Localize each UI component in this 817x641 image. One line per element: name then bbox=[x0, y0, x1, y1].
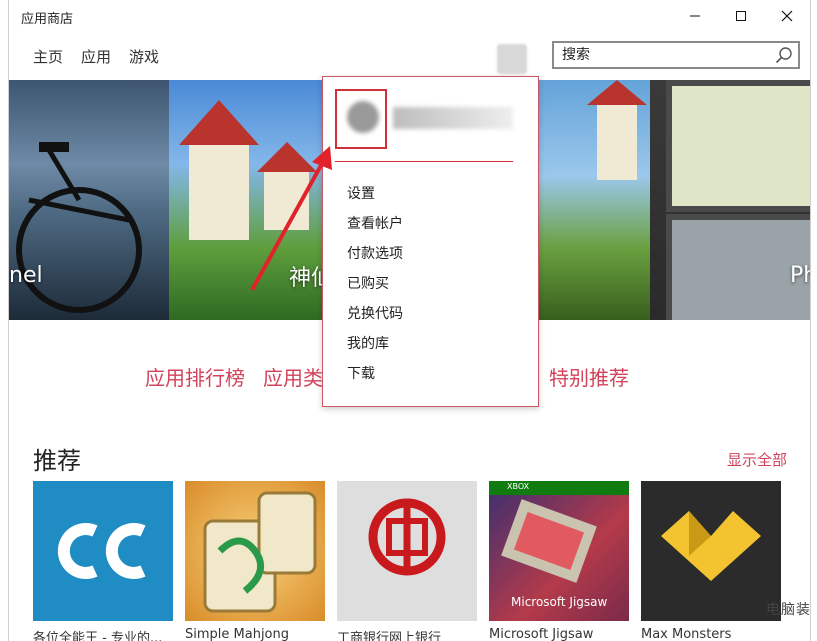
hero-tile1-text: nel bbox=[9, 263, 43, 288]
roof-image bbox=[257, 142, 317, 172]
app-card-title: Simple Mahjong bbox=[185, 627, 289, 641]
app-card-title: Microsoft Jigsaw bbox=[489, 627, 594, 641]
app-card-title: 各位全能王 - 专业的... bbox=[33, 631, 163, 641]
menu-item-downloads[interactable]: 下载 bbox=[347, 359, 403, 389]
top-nav: 主页 应用 游戏 bbox=[33, 44, 159, 69]
menu-items: 设置 查看帐户 付款选项 已购买 兑换代码 我的库 下载 bbox=[347, 179, 403, 389]
cc-logo-icon bbox=[57, 523, 146, 579]
maximize-button[interactable] bbox=[718, 0, 764, 32]
minimize-button[interactable] bbox=[672, 0, 718, 32]
app-card-icbc[interactable] bbox=[337, 481, 477, 621]
menu-item-purchased[interactable]: 已购买 bbox=[347, 269, 403, 299]
section-title: 推荐 bbox=[33, 447, 81, 475]
nav-home[interactable]: 主页 bbox=[33, 44, 63, 69]
close-button[interactable] bbox=[764, 0, 810, 32]
hero-tile-game[interactable] bbox=[537, 80, 650, 320]
minimize-icon bbox=[690, 15, 700, 17]
mahjong-tile-icon bbox=[203, 491, 317, 613]
film-frame-image bbox=[666, 80, 810, 212]
close-icon bbox=[781, 10, 793, 22]
monster-logo-icon bbox=[661, 511, 761, 581]
hero-tile-bicycle[interactable]: nel bbox=[9, 80, 169, 320]
user-avatar-button[interactable] bbox=[497, 44, 527, 74]
menu-item-redeem[interactable]: 兑换代码 bbox=[347, 299, 403, 329]
menu-item-library[interactable]: 我的库 bbox=[347, 329, 403, 359]
xbox-badge: XBOX bbox=[489, 481, 629, 495]
app-card-mahjong[interactable] bbox=[185, 481, 325, 621]
search-button[interactable] bbox=[770, 43, 798, 67]
watermark: 电脑装 bbox=[766, 602, 811, 618]
account-avatar[interactable] bbox=[347, 101, 379, 133]
roof-image bbox=[179, 100, 259, 145]
category-app-types[interactable]: 应用类 bbox=[263, 362, 323, 391]
film-frame-image bbox=[666, 214, 810, 320]
maximize-icon bbox=[736, 11, 746, 21]
roof-image bbox=[587, 80, 647, 105]
category-featured[interactable]: 特别推荐 bbox=[549, 362, 629, 391]
menu-item-settings[interactable]: 设置 bbox=[347, 179, 403, 209]
icbc-logo-icon bbox=[368, 498, 446, 576]
hero-tile-photo[interactable]: Ph bbox=[650, 80, 810, 320]
account-menu: 设置 查看帐户 付款选项 已购买 兑换代码 我的库 下载 bbox=[322, 76, 539, 407]
xbox-label: XBOX bbox=[507, 482, 530, 491]
app-card-cc[interactable] bbox=[33, 481, 173, 621]
store-window: 应用商店 主页 应用 游戏 nel bbox=[8, 0, 811, 641]
search-box bbox=[552, 41, 800, 69]
app-card-title: 工商银行网上银行 bbox=[337, 631, 442, 641]
app-card-title: Max Monsters bbox=[641, 627, 732, 641]
house-image bbox=[597, 100, 637, 180]
hero-tile4-text: Ph bbox=[790, 263, 810, 288]
search-icon bbox=[775, 47, 792, 64]
menu-separator bbox=[335, 161, 513, 162]
menu-item-payment[interactable]: 付款选项 bbox=[347, 239, 403, 269]
house-image bbox=[264, 170, 309, 230]
window-title: 应用商店 bbox=[21, 12, 74, 27]
app-card-monsters[interactable] bbox=[641, 481, 781, 621]
jigsaw-label: Microsoft Jigsaw bbox=[511, 595, 608, 609]
show-all-link[interactable]: 显示全部 bbox=[727, 449, 787, 470]
nav-apps[interactable]: 应用 bbox=[81, 44, 111, 69]
title-bar: 应用商店 bbox=[9, 0, 810, 32]
house-image bbox=[189, 140, 249, 240]
category-app-rank[interactable]: 应用排行榜 bbox=[145, 362, 245, 391]
search-input[interactable] bbox=[554, 46, 770, 64]
menu-item-view-account[interactable]: 查看帐户 bbox=[347, 209, 403, 239]
account-name-blurred bbox=[393, 107, 513, 129]
app-card-jigsaw[interactable]: XBOX Microsoft Jigsaw bbox=[489, 481, 629, 621]
nav-games[interactable]: 游戏 bbox=[129, 44, 159, 69]
